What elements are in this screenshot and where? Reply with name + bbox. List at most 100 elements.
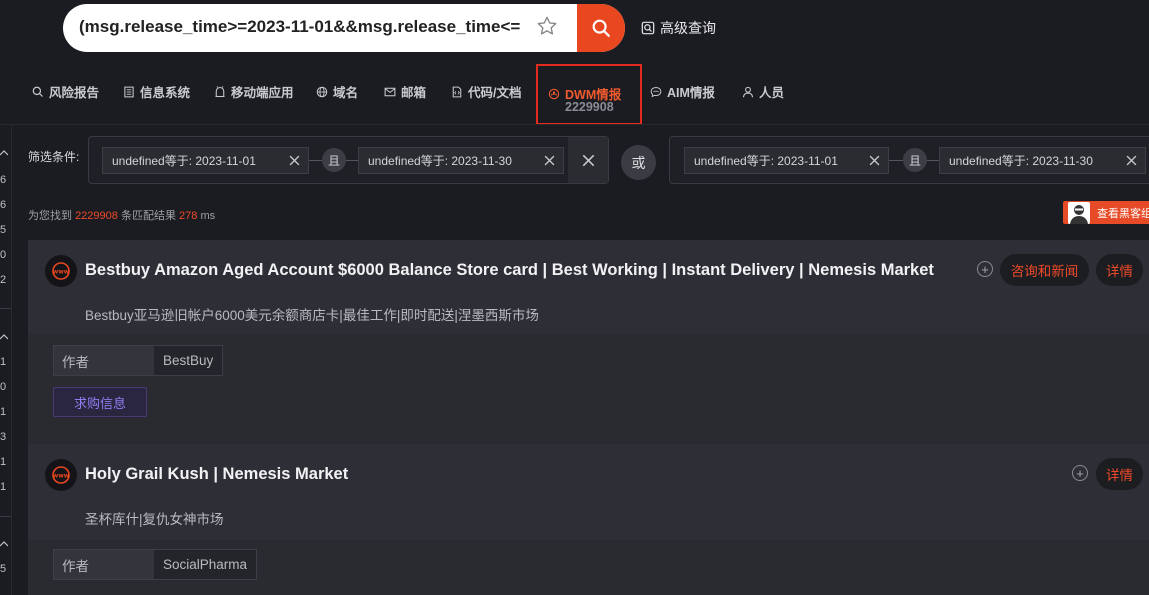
- code-file-icon: [452, 86, 462, 97]
- chevron-up-icon[interactable]: [0, 334, 8, 340]
- tab-label: 人员: [759, 86, 785, 100]
- and-operator[interactable]: 且: [322, 148, 346, 172]
- tab-risk-report[interactable]: 风险报告: [32, 82, 99, 101]
- filter-chip[interactable]: undefined等于: 2023-11-30: [358, 147, 564, 174]
- filter-chip[interactable]: undefined等于: 2023-11-01: [102, 147, 309, 174]
- sidebar-count: 0: [0, 249, 7, 261]
- card-header: www Bestbuy Amazon Aged Account $6000 Ba…: [28, 240, 1149, 334]
- tab-label: 移动端应用: [231, 86, 294, 100]
- author-value[interactable]: SocialPharma: [154, 550, 257, 579]
- filter-chip-label: undefined等于: 2023-11-01: [112, 154, 256, 168]
- filter-chip[interactable]: undefined等于: 2023-11-30: [939, 147, 1146, 174]
- sidebar-count: 1: [0, 481, 7, 493]
- card-title[interactable]: Holy Grail Kush | Nemesis Market: [85, 465, 348, 484]
- sidebar-count: 0: [0, 381, 7, 393]
- author-field: 作者 SocialPharma: [53, 549, 258, 580]
- tab-code-documents[interactable]: 代码/文档: [451, 82, 521, 101]
- result-card: www Holy Grail Kush | Nemesis Market 圣杯库…: [28, 444, 1149, 595]
- tab-label: 域名: [333, 86, 359, 100]
- tab-label: 代码/文档: [468, 86, 522, 100]
- sidebar-count: 6: [0, 174, 7, 186]
- sidebar-count: 1: [0, 406, 7, 418]
- close-icon[interactable]: [281, 148, 308, 173]
- tab-aim-intel[interactable]: AIM情报: [650, 82, 715, 101]
- close-icon[interactable]: [1118, 148, 1145, 173]
- sidebar-count: 1: [0, 356, 7, 368]
- sidebar-divider: [0, 516, 11, 517]
- sidebar-count: 5: [0, 563, 7, 575]
- sidebar-count: 6: [0, 199, 7, 211]
- result-prefix: 为您找到: [28, 210, 72, 222]
- close-icon[interactable]: [861, 148, 888, 173]
- card-header: www Holy Grail Kush | Nemesis Market 圣杯库…: [28, 444, 1149, 540]
- mobile-app-icon: [215, 85, 225, 97]
- mail-icon: [384, 87, 396, 96]
- result-unit: ms: [200, 210, 216, 222]
- search-input[interactable]: (msg.release_time>=2023-11-01&&msg.relea…: [79, 17, 539, 37]
- filter-label: 筛选条件:: [28, 150, 80, 164]
- filter-group: undefined等于: 2023-11-01 且 undefined等于: 2…: [669, 136, 1149, 184]
- tab-mobile-apps[interactable]: 移动端应用: [214, 82, 294, 101]
- dwm-source-logo-icon: www: [45, 459, 77, 491]
- add-icon[interactable]: +: [977, 261, 993, 277]
- tab-domains[interactable]: 域名: [316, 82, 358, 101]
- search-box: (msg.release_time>=2023-11-01&&msg.relea…: [63, 4, 625, 52]
- left-sidebar-clipped: 6 6 5 0 2 1 0 1 3 1 1 5: [0, 125, 12, 595]
- tab-information-system[interactable]: 信息系统: [123, 82, 190, 101]
- remove-group-button[interactable]: [568, 137, 608, 183]
- tab-label: 信息系统: [140, 86, 191, 100]
- add-icon[interactable]: +: [1072, 465, 1088, 481]
- sidebar-count: 5: [0, 224, 7, 236]
- tab-label: AIM情报: [667, 86, 715, 100]
- author-value[interactable]: BestBuy: [154, 346, 223, 375]
- card-title[interactable]: Bestbuy Amazon Aged Account $6000 Balanc…: [85, 261, 934, 280]
- details-button[interactable]: 详情: [1096, 458, 1143, 490]
- result-count: 2229908: [75, 210, 118, 222]
- filter-chip-label: undefined等于: 2023-11-30: [949, 154, 1093, 168]
- dwm-icon: [548, 88, 560, 99]
- result-card: www Bestbuy Amazon Aged Account $6000 Ba…: [28, 240, 1149, 444]
- dwm-source-logo-icon: www: [45, 255, 77, 287]
- filter-chip-label: undefined等于: 2023-11-30: [368, 154, 512, 168]
- card-translation: 圣杯库什|复仇女神市场: [85, 512, 224, 527]
- and-operator[interactable]: 且: [903, 148, 927, 172]
- tab-label: 邮箱: [401, 86, 427, 100]
- tab-mailbox[interactable]: 邮箱: [384, 82, 426, 101]
- tab-label: 风险报告: [49, 86, 100, 100]
- sidebar-count: 1: [0, 456, 7, 468]
- advanced-search-icon: [641, 21, 655, 35]
- tab-count: 2229908: [565, 100, 614, 114]
- search-icon: [592, 19, 610, 37]
- consult-news-button[interactable]: 咨询和新闻: [1000, 254, 1089, 286]
- close-icon[interactable]: [536, 148, 563, 173]
- search-icon: [32, 86, 43, 97]
- close-icon: [582, 154, 594, 166]
- or-operator[interactable]: 或: [621, 145, 656, 180]
- sidebar-divider: [0, 308, 11, 309]
- person-icon: [742, 86, 754, 97]
- chevron-up-icon[interactable]: [0, 541, 8, 547]
- result-middle: 条匹配结果: [120, 210, 176, 222]
- tab-dwm-intel[interactable]: DWM情报 2229908: [536, 64, 642, 125]
- view-hacker-group-label: 查看黑客组: [1097, 207, 1149, 220]
- result-summary: 为您找到 2229908 条匹配结果 278 ms: [28, 207, 215, 223]
- sidebar-count: 2: [0, 274, 7, 286]
- chevron-up-icon[interactable]: [0, 150, 8, 156]
- search-button[interactable]: [577, 4, 625, 52]
- author-key: 作者: [54, 550, 154, 579]
- star-icon[interactable]: [536, 15, 558, 37]
- tab-personnel[interactable]: 人员: [742, 82, 784, 101]
- result-time: 278: [179, 210, 198, 222]
- details-button[interactable]: 详情: [1096, 254, 1143, 286]
- document-icon: [124, 86, 134, 97]
- advanced-query-link[interactable]: 高级查询: [641, 18, 716, 38]
- category-tag[interactable]: 求购信息: [53, 387, 147, 417]
- svg-text:www: www: [53, 473, 70, 480]
- view-hacker-group-button[interactable]: 查看黑客组: [1063, 201, 1149, 224]
- card-translation: Bestbuy亚马逊旧帐户6000美元余额商店卡|最佳工作|即时配送|涅墨西斯市…: [85, 308, 539, 323]
- chat-icon: [650, 86, 662, 97]
- header-divider: [0, 124, 1149, 125]
- advanced-query-label: 高级查询: [660, 20, 716, 36]
- filter-chip[interactable]: undefined等于: 2023-11-01: [684, 147, 889, 174]
- sidebar-count: 3: [0, 431, 7, 443]
